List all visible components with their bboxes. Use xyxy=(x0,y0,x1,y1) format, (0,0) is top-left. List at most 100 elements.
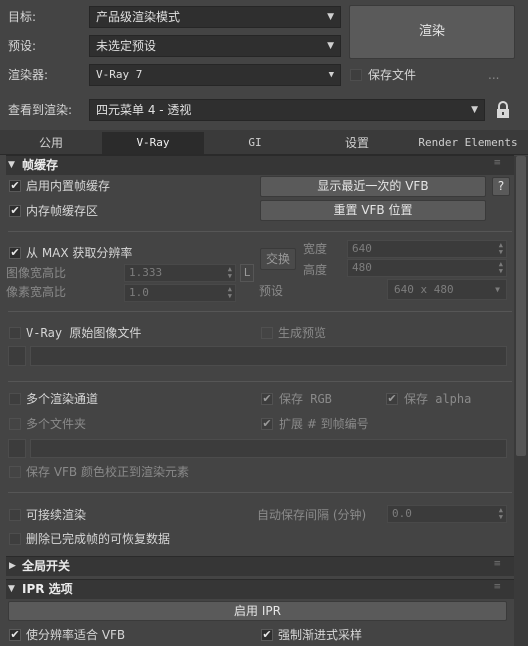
ipr-title: IPR 选项 xyxy=(22,582,73,596)
view-to-render-value: 四元菜单 4 - 透视 xyxy=(96,103,192,117)
height-label: 高度 xyxy=(303,263,328,277)
show-last-vfb-button[interactable]: 显示最近一次的 VFB xyxy=(260,176,486,197)
autosave-interval-spinner[interactable]: 0.0 ▲ ▼ xyxy=(387,505,507,523)
tab-gi[interactable]: GI xyxy=(210,132,300,154)
render-button[interactable]: 渲染 xyxy=(349,5,515,59)
chevron-down-icon: ▼ xyxy=(495,285,500,294)
save-file-label: 保存文件 xyxy=(368,68,417,82)
save-alpha-label: 保存 alpha xyxy=(404,392,472,406)
save-alpha-checkbox[interactable]: ✔ xyxy=(386,393,398,405)
force-progressive-checkbox[interactable]: ✔ xyxy=(261,629,273,641)
height-value: 480 xyxy=(352,261,372,274)
scrollbar-track[interactable] xyxy=(514,156,528,646)
resolution-preset-value: 640 x 480 xyxy=(394,283,454,296)
autosave-interval-value: 0.0 xyxy=(392,507,412,520)
resumable-render-label: 可接续渲染 xyxy=(26,508,87,522)
channels-path-field[interactable] xyxy=(30,439,507,458)
autosave-interval-label: 自动保存间隔 (分钟) xyxy=(257,508,367,522)
ipr-rollout-header[interactable]: ▼ IPR 选项 ≡ xyxy=(6,579,514,599)
resumable-render-checkbox[interactable] xyxy=(9,509,21,521)
renderer-label: 渲染器: xyxy=(8,68,49,82)
tab-settings[interactable]: 设置 xyxy=(305,132,409,154)
raw-image-path-field[interactable] xyxy=(30,346,507,366)
extend-frame-label: 扩展 # 到帧编号 xyxy=(279,417,369,431)
enable-builtin-fb-checkbox[interactable]: ✔ xyxy=(9,180,21,192)
grip-icon: ≡ xyxy=(493,559,500,569)
scrollbar-thumb[interactable] xyxy=(516,156,526,456)
frame-buffer-title: 帧缓存 xyxy=(22,158,59,172)
force-progressive-label: 强制渐进式采样 xyxy=(278,628,363,642)
grip-icon: ≡ xyxy=(493,582,500,592)
width-value: 640 xyxy=(352,242,372,255)
spinner-arrows-icon: ▲ ▼ xyxy=(498,506,503,521)
preset-dropdown[interactable]: 未选定预设 ▼ xyxy=(89,35,341,57)
width-spinner[interactable]: 640 ▲ ▼ xyxy=(347,240,507,258)
frame-buffer-rollout-header[interactable]: ▼ 帧缓存 ≡ xyxy=(6,155,514,175)
grip-icon: ≡ xyxy=(493,158,500,168)
extend-frame-checkbox[interactable]: ✔ xyxy=(261,418,273,430)
target-dropdown[interactable]: 产品级渲染模式 ▼ xyxy=(89,6,341,28)
separator xyxy=(8,492,512,493)
swap-button[interactable]: 交换 xyxy=(260,248,296,270)
separator xyxy=(8,311,512,312)
channels-browse-button[interactable] xyxy=(8,439,26,458)
width-label: 宽度 xyxy=(303,242,328,256)
multiple-channels-label: 多个渲染通道 xyxy=(26,392,99,406)
get-res-from-max-checkbox[interactable]: ✔ xyxy=(9,247,21,259)
target-dropdown-value: 产品级渲染模式 xyxy=(96,10,181,24)
triangle-down-icon: ▼ xyxy=(8,584,15,594)
chevron-down-icon: ▼ xyxy=(327,12,334,22)
vray-raw-image-label: V-Ray 原始图像文件 xyxy=(26,326,142,340)
view-to-render-label: 查看到渲染: xyxy=(8,103,73,117)
image-aspect-spinner[interactable]: 1.333 ▲ ▼ xyxy=(124,264,236,282)
generate-preview-checkbox[interactable] xyxy=(261,327,273,339)
resolution-preset-dropdown[interactable]: 640 x 480 ▼ xyxy=(387,279,507,300)
reset-vfb-position-button[interactable]: 重置 VFB 位置 xyxy=(260,200,486,221)
global-switches-rollout-header[interactable]: ▶ 全局开关 ≡ xyxy=(6,556,514,576)
raw-image-browse-button[interactable] xyxy=(8,346,26,366)
vray-raw-image-checkbox[interactable] xyxy=(9,327,21,339)
fit-res-vfb-checkbox[interactable]: ✔ xyxy=(9,629,21,641)
lock-icon[interactable] xyxy=(496,101,510,119)
help-button[interactable]: ? xyxy=(492,177,510,196)
height-spinner[interactable]: 480 ▲ ▼ xyxy=(347,259,507,277)
renderer-dropdown[interactable]: V-Ray 7 ▼ xyxy=(89,64,341,86)
renderer-dropdown-value: V-Ray 7 xyxy=(96,68,143,81)
fit-res-vfb-label: 使分辨率适合 VFB xyxy=(26,628,126,642)
pixel-aspect-spinner[interactable]: 1.0 ▲ ▼ xyxy=(124,284,236,302)
multiple-files-checkbox[interactable] xyxy=(9,418,21,430)
image-aspect-value: 1.333 xyxy=(129,266,163,279)
enable-ipr-button[interactable]: 启用 IPR xyxy=(8,601,507,621)
chevron-down-icon: ▼ xyxy=(328,70,334,80)
save-rgb-checkbox[interactable]: ✔ xyxy=(261,393,273,405)
memory-fb-checkbox[interactable]: ✔ xyxy=(9,205,21,217)
tab-render-elements[interactable]: Render Elements xyxy=(412,132,524,154)
save-vfb-color-checkbox[interactable] xyxy=(9,466,21,478)
spinner-arrows-icon: ▲ ▼ xyxy=(498,241,503,256)
delete-recovery-checkbox[interactable] xyxy=(9,533,21,545)
delete-recovery-label: 删除已完成帧的可恢复数据 xyxy=(26,532,171,546)
target-label: 目标: xyxy=(8,10,37,24)
image-aspect-label: 图像宽高比 xyxy=(6,266,67,280)
enable-builtin-fb-label: 启用内置帧缓存 xyxy=(26,179,111,193)
multiple-files-label: 多个文件夹 xyxy=(26,417,87,431)
view-to-render-dropdown[interactable]: 四元菜单 4 - 透视 ▼ xyxy=(89,99,485,121)
resolution-preset-label: 预设 xyxy=(259,284,284,298)
preset-dropdown-value: 未选定预设 xyxy=(96,39,157,53)
memory-fb-label: 内存帧缓存区 xyxy=(26,204,99,218)
pixel-aspect-label: 像素宽高比 xyxy=(6,285,67,299)
more-options-button[interactable]: ... xyxy=(488,67,499,83)
preset-label: 预设: xyxy=(8,39,37,53)
generate-preview-label: 生成预览 xyxy=(278,326,327,340)
lock-aspect-button[interactable]: L xyxy=(240,264,254,282)
tab-vray[interactable]: V-Ray xyxy=(102,132,204,154)
tab-common[interactable]: 公用 xyxy=(8,132,94,154)
spinner-arrows-icon: ▲ ▼ xyxy=(227,265,232,280)
spinner-arrows-icon: ▲ ▼ xyxy=(498,260,503,275)
pixel-aspect-value: 1.0 xyxy=(129,286,149,299)
chevron-down-icon: ▼ xyxy=(327,41,334,51)
separator xyxy=(8,381,512,382)
multiple-channels-checkbox[interactable] xyxy=(9,393,21,405)
save-file-checkbox[interactable] xyxy=(350,69,362,81)
save-vfb-color-label: 保存 VFB 颜色校正到渲染元素 xyxy=(26,465,189,479)
